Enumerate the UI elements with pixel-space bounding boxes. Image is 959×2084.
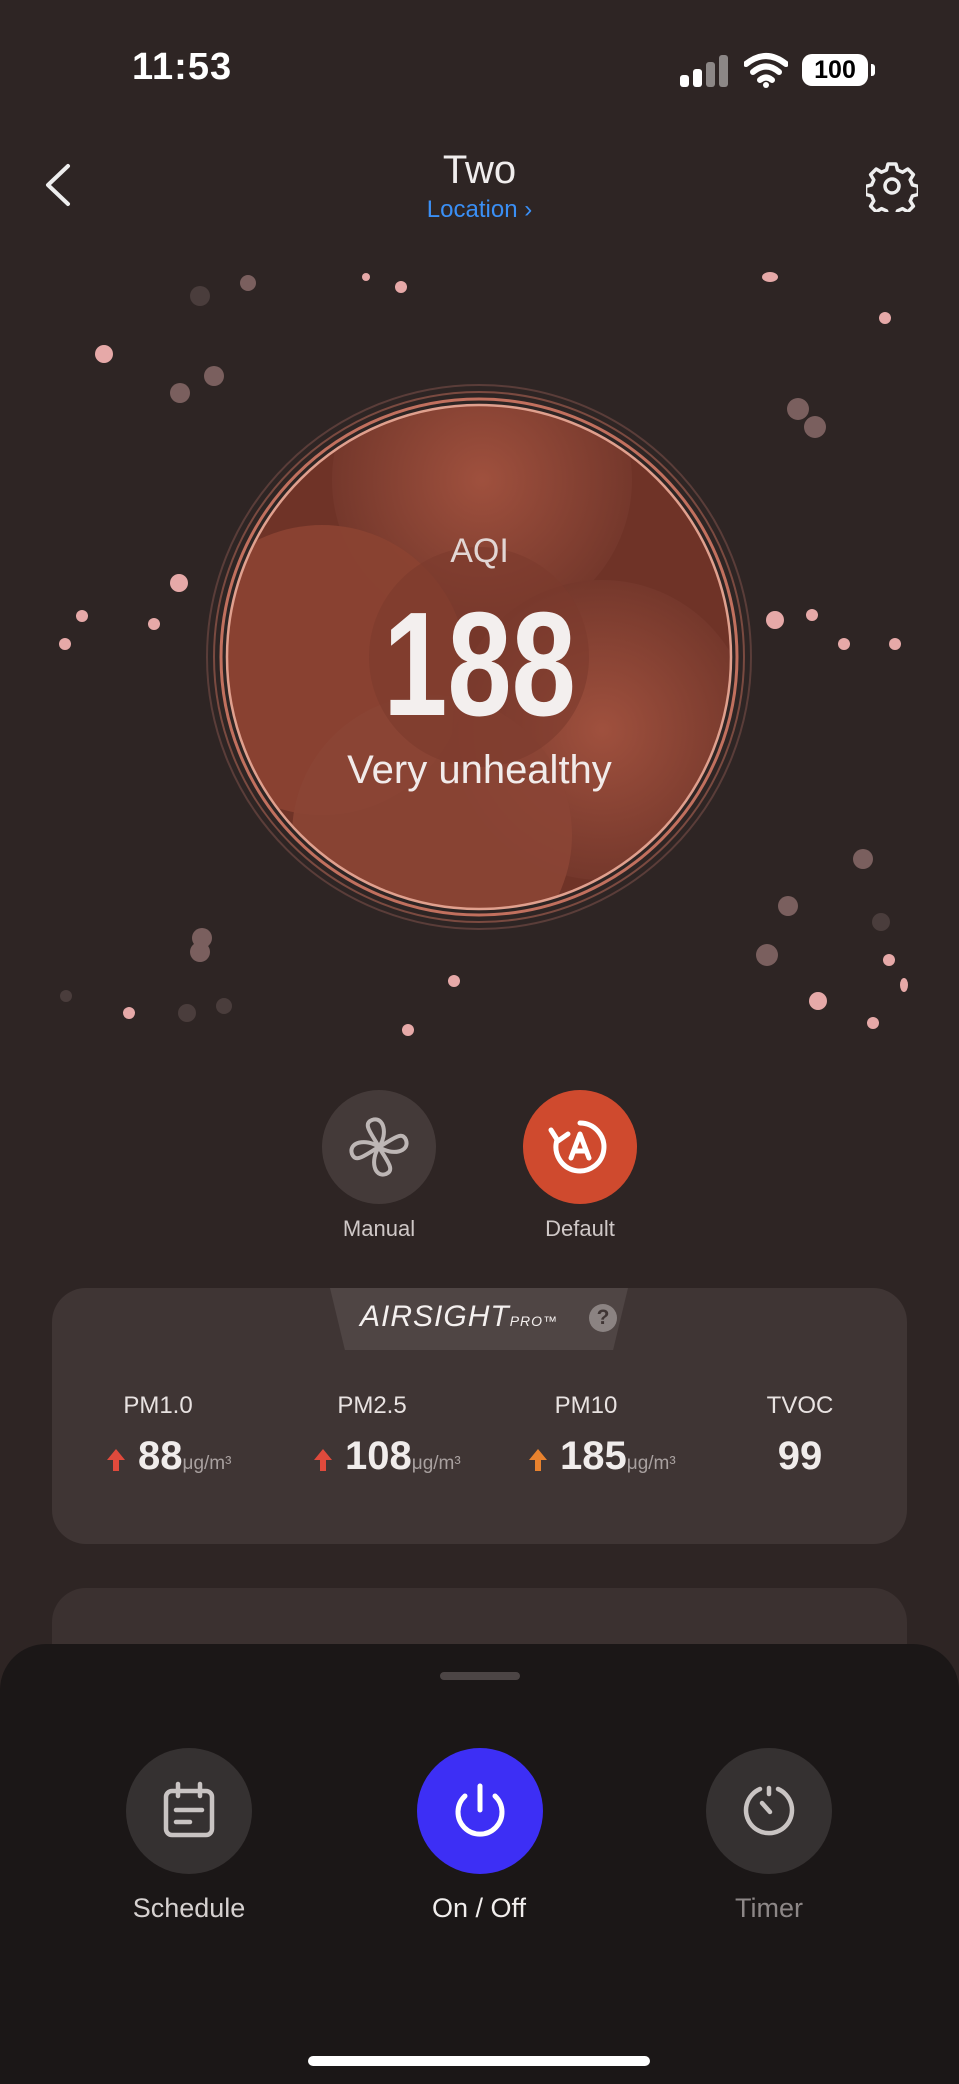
aqi-status: Very unhealthy [347,748,612,792]
timer-label: Timer [735,1893,803,1923]
device-title: Two [442,148,517,192]
power-icon [455,1783,505,1837]
metric-value-pm10: 185μg/m³ [560,1434,676,1478]
aqi-label: AQI [450,532,509,570]
home-indicator[interactable] [308,2056,650,2066]
brand-suffix: PRO™ [509,1313,559,1329]
manual-mode-button[interactable] [322,1090,436,1204]
metric-value-pm1: 88μg/m³ [138,1434,232,1478]
location-link[interactable]: Location › [0,196,959,224]
battery-indicator: 100 [802,54,875,86]
schedule-button[interactable] [126,1748,252,1874]
metric-name-pm10: PM10 [554,1392,618,1419]
sheet-drag-handle[interactable] [440,1672,520,1680]
aqi-value: 188 [383,582,576,747]
wifi-icon [744,53,788,88]
default-mode-button[interactable] [523,1090,637,1204]
calendar-icon [163,1781,215,1838]
airsight-pro-logo: AIRSIGHTPRO™ [360,1300,558,1334]
brand-name: AIRSIGHT [360,1300,510,1333]
timer-button[interactable] [706,1748,832,1874]
trend-up-icon [314,1449,332,1471]
metric-name-pm1: PM1.0 [123,1392,193,1419]
metric-value-pm25: 108μg/m³ [345,1434,461,1478]
manual-mode-label: Manual [342,1216,416,1241]
metric-name-pm25: PM2.5 [337,1392,407,1419]
auto-mode-icon [548,1120,607,1174]
trend-up-icon [529,1449,547,1471]
gear-icon[interactable] [866,160,918,212]
metric-name-tvoc: TVOC [766,1392,834,1419]
timer-icon [743,1785,795,1836]
status-time: 11:53 [132,46,233,88]
trend-up-icon [107,1449,125,1471]
metric-value-tvoc: 99 [777,1434,823,1478]
default-mode-label: Default [545,1216,615,1241]
cellular-signal-icon [680,55,728,87]
fan-icon [349,1117,409,1177]
help-icon[interactable]: ? [589,1304,617,1332]
power-button[interactable] [417,1748,543,1874]
power-label: On / Off [431,1893,527,1923]
schedule-label: Schedule [132,1893,246,1923]
